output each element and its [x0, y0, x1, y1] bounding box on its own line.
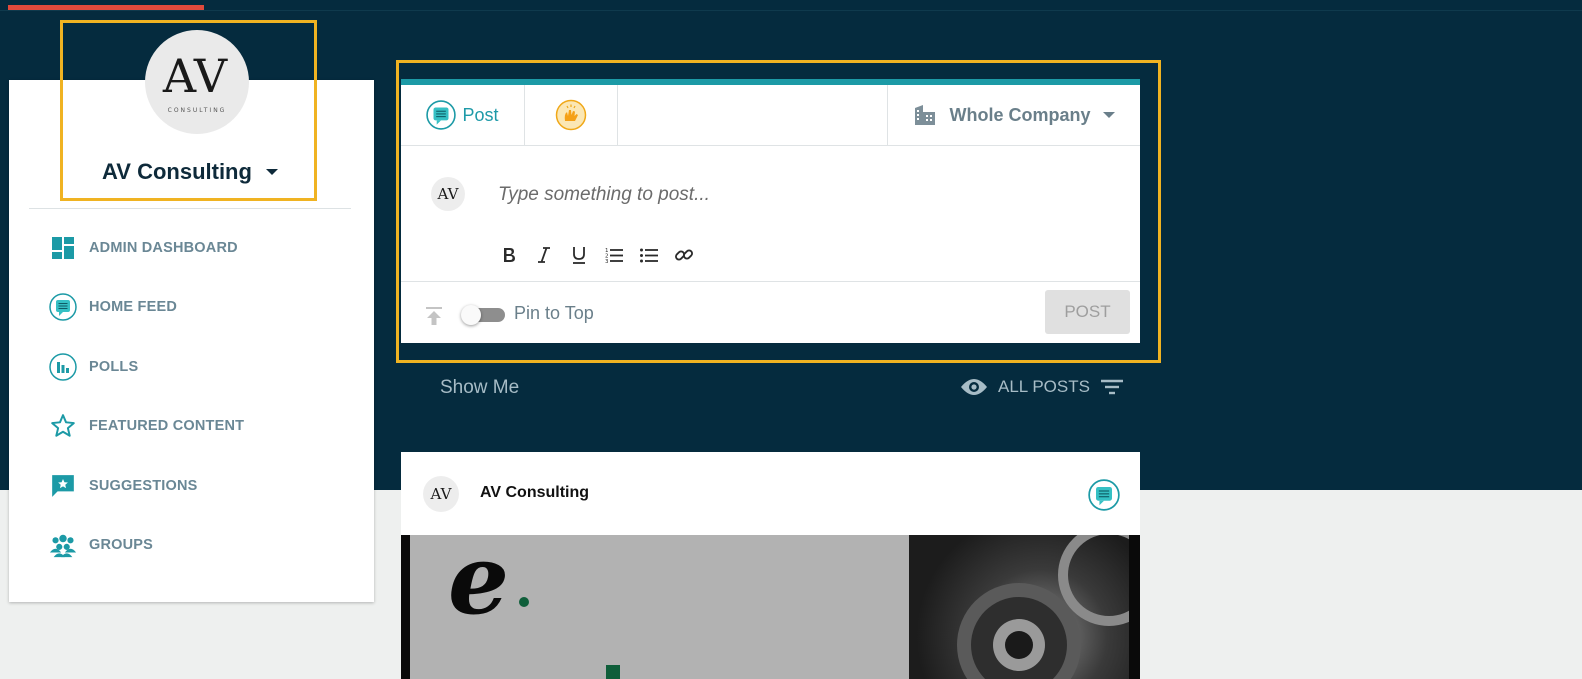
- audience-label: Whole Company: [949, 104, 1091, 125]
- composer-footer: Pin to Top POST: [401, 282, 1140, 349]
- author-avatar[interactable]: AV: [423, 476, 459, 512]
- format-toolbar: 123: [496, 241, 696, 271]
- author-name[interactable]: AV Consulting: [480, 484, 589, 502]
- filter-label: ALL POSTS: [998, 377, 1090, 396]
- sidebar-item-label: POLLS: [89, 358, 139, 375]
- tab-kudos[interactable]: [525, 85, 618, 145]
- svg-text:CONSULTING: CONSULTING: [168, 107, 227, 114]
- filter-icon: [1100, 379, 1123, 395]
- ordered-list-button[interactable]: 123: [601, 241, 626, 269]
- audience-selector[interactable]: Whole Company: [887, 85, 1140, 145]
- eye-icon: [961, 379, 987, 395]
- header-divider: [0, 10, 1582, 11]
- tab-post-label: Post: [462, 104, 499, 125]
- bold-icon: [503, 248, 515, 262]
- sidebar-item-suggestions[interactable]: SUGGESTIONS: [9, 456, 374, 516]
- sidebar-item-admin-dashboard[interactable]: ADMIN DASHBOARD: [9, 218, 374, 278]
- post-input[interactable]: [496, 177, 1100, 213]
- poll-icon: [49, 353, 77, 381]
- chevron-down-icon: [265, 169, 278, 175]
- loading-progress-bar: [8, 5, 204, 10]
- sidebar-nav: ADMIN DASHBOARD HOME FEED POLLS FEATURED…: [9, 218, 374, 575]
- svg-text:AV: AV: [437, 185, 460, 203]
- post-image[interactable]: e: [401, 535, 1140, 679]
- company-selector[interactable]: AV Consulting: [60, 148, 320, 196]
- sidebar-divider: [29, 208, 351, 209]
- bullet-list-button[interactable]: [636, 241, 661, 269]
- italic-icon: [537, 247, 550, 263]
- e-logo-mark: e: [448, 535, 510, 636]
- bullet-list-icon: [639, 248, 658, 263]
- pin-to-top-toggle[interactable]: [461, 305, 505, 325]
- sidebar-item-label: GROUPS: [89, 537, 154, 554]
- e-logo-bar: [606, 665, 620, 679]
- chevron-down-icon: [1102, 112, 1115, 118]
- page: ADMIN DASHBOARD HOME FEED POLLS FEATURED…: [0, 0, 1582, 679]
- pin-to-top-label: Pin to Top: [514, 303, 594, 323]
- italic-button[interactable]: [531, 241, 556, 269]
- company-logo[interactable]: AV CONSULTING: [145, 30, 249, 134]
- gears-photo: [909, 535, 1140, 679]
- groups-icon: [49, 531, 77, 559]
- sidebar-item-groups[interactable]: GROUPS: [9, 516, 374, 576]
- sidebar-item-label: HOME FEED: [89, 299, 177, 316]
- underline-button[interactable]: [566, 241, 591, 269]
- user-avatar: AV: [431, 177, 465, 211]
- dashboard-icon: [49, 234, 77, 262]
- underline-icon: [572, 247, 585, 264]
- post-button[interactable]: POST: [1045, 290, 1130, 334]
- show-me-label: Show Me: [440, 377, 520, 398]
- svg-text:AV: AV: [162, 49, 228, 103]
- company-logo-mark: AV CONSULTING: [162, 49, 228, 114]
- feed-post-header: AV AV Consulting: [401, 452, 1140, 535]
- company-name: AV Consulting: [102, 159, 252, 184]
- suggestion-icon: [49, 472, 77, 500]
- sidebar-item-polls[interactable]: POLLS: [9, 337, 374, 397]
- tab-spacer: [618, 85, 887, 145]
- post-image-graphic: e: [410, 535, 909, 679]
- post-type-icon: [1088, 479, 1120, 511]
- feed-icon: [49, 293, 77, 321]
- sidebar-item-home-feed[interactable]: HOME FEED: [9, 278, 374, 338]
- feed-post: AV AV Consulting e: [401, 452, 1140, 679]
- star-icon: [49, 412, 77, 440]
- e-logo-dot: [519, 597, 529, 607]
- ordered-list-icon: 123: [605, 248, 623, 264]
- sidebar-item-featured-content[interactable]: FEATURED CONTENT: [9, 397, 374, 457]
- svg-text:AV: AV: [430, 485, 453, 503]
- sidebar-item-label: FEATURED CONTENT: [89, 418, 245, 435]
- tab-post[interactable]: Post: [401, 85, 525, 145]
- building-icon: [915, 105, 936, 125]
- toggle-knob: [461, 305, 481, 325]
- sidebar-item-label: ADMIN DASHBOARD: [89, 239, 238, 256]
- link-icon: [674, 249, 693, 261]
- post-filter[interactable]: ALL POSTS: [960, 373, 1124, 401]
- bold-button[interactable]: [496, 241, 521, 269]
- kudos-icon: [555, 99, 587, 131]
- composer-tabs: Post Whole Company: [401, 85, 1140, 146]
- post-icon: [426, 100, 457, 130]
- link-button[interactable]: [671, 241, 696, 269]
- svg-text:3: 3: [605, 259, 609, 264]
- sidebar-item-label: SUGGESTIONS: [89, 477, 198, 494]
- pin-to-top-icon: [423, 304, 445, 328]
- post-composer: Post Whole Company AV Type something to …: [401, 79, 1140, 343]
